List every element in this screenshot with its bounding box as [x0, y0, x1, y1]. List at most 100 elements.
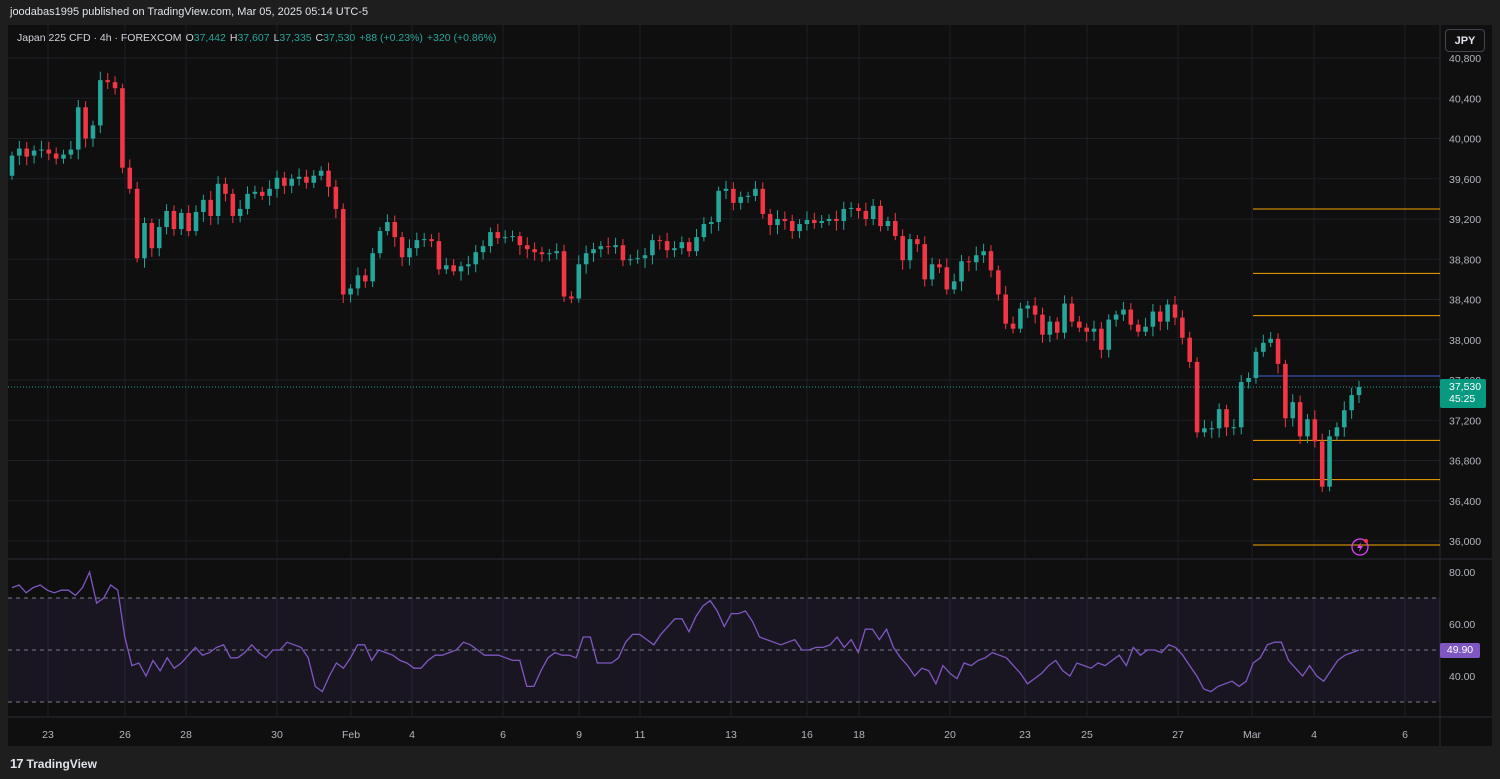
time-tick-label: 6 [1402, 729, 1408, 741]
candle-body [1305, 419, 1310, 437]
candle-body [193, 211, 199, 232]
candle-body [789, 221, 795, 232]
candle-body [760, 188, 766, 214]
candle-body [134, 188, 140, 259]
candle-body [1062, 303, 1067, 333]
candle-body [252, 191, 258, 194]
candle-body [650, 240, 655, 256]
candle-body [620, 245, 626, 261]
candle-body [1084, 327, 1089, 332]
candle-body [436, 241, 442, 270]
candle-body [753, 188, 758, 196]
candle-body [1327, 436, 1332, 487]
time-tick-label: 16 [801, 729, 813, 741]
tradingview-logo-icon: 17 [10, 756, 24, 771]
candle-body [311, 175, 317, 183]
candle-body [267, 188, 272, 196]
price-tick-label: 36,400 [1449, 496, 1481, 508]
candle-body [120, 88, 125, 168]
candle-body [392, 222, 398, 238]
tradingview-brand-name: TradingView [26, 756, 97, 771]
candle-body [68, 149, 74, 155]
time-tick-label: 23 [42, 729, 54, 741]
candle-body [878, 205, 883, 227]
price-tick-label: 38,000 [1449, 335, 1481, 347]
time-tick-label: 25 [1081, 729, 1093, 741]
symbol-title[interactable]: Japan 225 CFD · 4h · FOREXCOM [17, 32, 182, 44]
candle-body [1069, 303, 1075, 322]
candle-body [90, 125, 96, 139]
time-tick-label: 4 [1311, 729, 1317, 741]
candle-body [848, 207, 854, 209]
candle-body [1143, 326, 1148, 332]
candle-body [1172, 304, 1178, 318]
lightning-alert-bolt [1357, 542, 1363, 552]
candle-body [75, 107, 81, 150]
candle-body [569, 296, 574, 299]
bar-countdown: 45:25 [1449, 393, 1476, 405]
candle-body [451, 265, 456, 272]
candle-body [1121, 309, 1126, 315]
candle-body [363, 275, 368, 282]
time-tick-label: 26 [119, 729, 131, 741]
candle-body [694, 237, 699, 252]
tradingview-logo[interactable]: 17 TradingView [10, 756, 97, 771]
candle-body [24, 148, 30, 157]
candle-body [613, 245, 618, 248]
candle-body [488, 232, 493, 247]
candle-body [53, 153, 59, 159]
candle-body [863, 210, 869, 219]
candle-body [17, 148, 22, 156]
candle-body [1025, 305, 1031, 309]
candle-body [1077, 321, 1082, 328]
candle-body [355, 275, 361, 289]
candle-body [1268, 338, 1273, 343]
candle-body [907, 239, 913, 261]
candle-body [1283, 363, 1288, 419]
candle-body [996, 270, 1001, 295]
candle-body [598, 246, 604, 250]
candle-body [1054, 321, 1060, 333]
time-tick-label: 13 [725, 729, 737, 741]
time-tick-label: 20 [944, 729, 956, 741]
price-tick-label: 40,800 [1449, 53, 1481, 65]
rsi-tick-label: 80.00 [1449, 567, 1475, 579]
candle-body [966, 261, 972, 263]
price-tick-label: 38,400 [1449, 295, 1481, 307]
candle-body [782, 219, 788, 222]
candle-body [223, 183, 228, 194]
candle-body [510, 236, 515, 238]
candle-body [1187, 337, 1192, 362]
candle-body [885, 221, 891, 227]
candle-body [812, 220, 817, 224]
candle-body [532, 249, 537, 253]
candle-body [208, 199, 214, 216]
candle-body [1334, 427, 1340, 437]
chart-svg[interactable]: 40,800 40,400 40,000 39,600 39,200 38,800 38,4… [0, 0, 1500, 779]
candle-body [819, 221, 824, 224]
candle-body [738, 196, 743, 203]
candle-body [1312, 419, 1318, 442]
candle-body [1113, 314, 1119, 320]
candle-body [127, 167, 133, 189]
candle-body [892, 221, 898, 237]
candle-body [1010, 323, 1016, 329]
candle-body [1275, 338, 1281, 364]
candle-body [98, 80, 103, 126]
candle-body [171, 210, 177, 230]
candle-body [407, 248, 412, 258]
candle-body [1216, 409, 1222, 429]
candle-body [340, 208, 346, 295]
candle-body [1290, 402, 1296, 419]
candle-body [716, 190, 721, 223]
candle-body [1319, 441, 1325, 487]
candle-body [672, 248, 677, 251]
candle-body [775, 219, 780, 226]
currency-button[interactable]: JPY [1445, 29, 1485, 52]
time-tick-label: 30 [271, 729, 283, 741]
candle-body [1135, 324, 1141, 332]
candle-body [149, 223, 155, 249]
candle-body [642, 255, 648, 259]
candle-body [679, 242, 685, 249]
candle-body [1238, 382, 1244, 428]
